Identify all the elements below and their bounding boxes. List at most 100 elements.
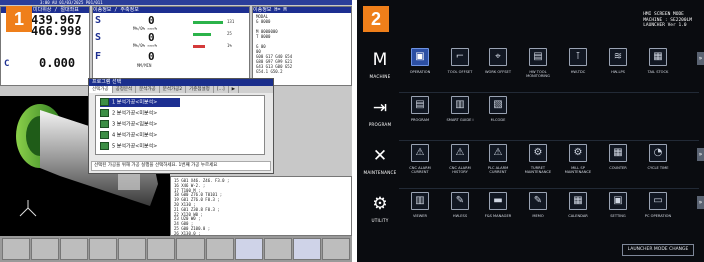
tab-reference-point[interactable]: 기준점설정 (186, 86, 214, 93)
tile-label: PLC ALARM CURRENT (487, 166, 509, 174)
list-item-label: 4 분석가공<미분석> (112, 132, 158, 139)
tile-pc-operation[interactable]: ▭ PC OPERATION (641, 192, 675, 218)
tile-cnc-alarm-history[interactable]: ⚠ CNC ALARM HISTORY (443, 144, 477, 174)
program-icon (100, 131, 109, 139)
list-item[interactable]: 5 분석가공<미분석> (100, 142, 157, 151)
list-item[interactable]: 2 분석가공<미분석> (100, 109, 157, 118)
program-icon (100, 142, 109, 150)
tile-icon: ▦ (649, 48, 667, 66)
tile-hw-lps[interactable]: ≋ HW-LPS (601, 48, 635, 74)
tile-program[interactable]: ▤ PROGRAM (403, 96, 437, 122)
dialog-title: 프로그램 선택 (89, 79, 273, 86)
tile-smart-guide-i[interactable]: ▥ SMART GUIDE i (443, 96, 477, 122)
tile-label: TURRET MAINTENANCE (524, 166, 552, 174)
row-divider (399, 188, 699, 189)
softkey[interactable] (147, 238, 176, 260)
load-bar-1 (193, 21, 223, 24)
status-bar: 3:00 AU 01/03/2025 P01/011 (0, 0, 352, 5)
tile-icon: ⚙ (529, 144, 547, 162)
tab-select-machining[interactable]: 선택가공 (89, 86, 113, 93)
tile-cnc-alarm-current[interactable]: ⚠ CNC ALARM CURRENT (403, 144, 437, 174)
machining-list: 1 분석가공<미분석> 2 분석가공<미분석> 3 분석가공<임분석> 4 분석… (95, 95, 265, 155)
softkey[interactable] (205, 238, 234, 260)
more-arrow-icon[interactable]: » (697, 196, 704, 209)
tile-calendar[interactable]: ▦ CALENDAR (561, 192, 595, 218)
softkey[interactable] (31, 238, 60, 260)
tile-viewer[interactable]: ▥ VIEWER (403, 192, 437, 218)
tab-next-arrow[interactable]: ▶ (229, 86, 240, 93)
tile-counter[interactable]: ▦ COUNTER (601, 144, 635, 170)
tile-label: OPERATION (409, 70, 431, 74)
list-item-label: 3 분석가공<임분석> (112, 121, 158, 128)
tile-memo[interactable]: ✎ MEMO (521, 192, 555, 218)
category-maintenance[interactable]: ✕ MAINTENANCE (359, 146, 401, 175)
category-utility[interactable]: ⚙ UTILITY (359, 194, 401, 223)
tab-process-analysis[interactable]: 공정분석 (113, 86, 137, 93)
tile-label: CNC ALARM CURRENT (409, 166, 431, 174)
tile-label: VIEWER (412, 214, 428, 218)
softkey[interactable] (176, 238, 205, 260)
tile-mill-sp-maintenance[interactable]: ⚙ MILL SP MAINTENANCE (561, 144, 595, 174)
tile-label: SMART GUIDE i (446, 118, 474, 122)
tile-icon: ▥ (411, 192, 429, 210)
tile-tool-offset[interactable]: ⌐ TOOL OFFSET (443, 48, 477, 74)
hmi-launcher-panel: 2 HMI SCREEN MODE MACHINE : SE2200LM LAU… (357, 0, 704, 262)
tile-icon: ▤ (529, 48, 547, 66)
category-label: UTILITY (371, 218, 389, 223)
tile-icon: ▬ (489, 192, 507, 210)
tile-setting[interactable]: ▣ SETTING (601, 192, 635, 218)
list-item-label: 2 분석가공<미분석> (112, 110, 158, 117)
tile-icon: ▣ (411, 48, 429, 66)
tile-turret-maintenance[interactable]: ⚙ TURRET MAINTENANCE (521, 144, 555, 174)
more-arrow-icon[interactable]: » (697, 52, 704, 65)
launcher-mode-change-button[interactable]: LAUNCHER MODE CHANGE (622, 244, 694, 256)
softkey-icon[interactable] (234, 238, 263, 260)
tile-label: HW-ESS (452, 214, 468, 218)
tile-label: SETTING (610, 214, 626, 218)
tile-work-offset[interactable]: ⌖ WORK OFFSET (481, 48, 515, 74)
tile-f-s-manager[interactable]: ▬ F&S MANAGER (481, 192, 515, 218)
tile-hw-tdc[interactable]: ⊺ HW-TDC (561, 48, 595, 74)
softkey[interactable] (60, 238, 89, 260)
tab-analysis-machining[interactable]: 분석가공 (136, 86, 160, 93)
softkey[interactable] (2, 238, 31, 260)
step-badge-1: 1 (6, 6, 32, 32)
list-item-label: 5 분석가공<미분석> (112, 143, 158, 150)
tile-plc-alarm-current[interactable]: ⚠ PLC ALARM CURRENT (481, 144, 515, 174)
category-machine[interactable]: M MACHINE (359, 50, 401, 79)
more-arrow-icon[interactable]: » (697, 148, 704, 161)
softkey[interactable] (321, 238, 350, 260)
tile-hw-ess[interactable]: ✎ HW-ESS (443, 192, 477, 218)
tile-icon: ⌖ (489, 48, 507, 66)
z-position: 466.998 (31, 24, 82, 38)
tile-tail-stock[interactable]: ▦ TAIL STOCK (641, 48, 675, 74)
softkey[interactable] (89, 238, 118, 260)
softkey-icon[interactable] (292, 238, 321, 260)
feed-value: 0 (148, 50, 155, 63)
tile-cycle-time[interactable]: ◔ CYCLE TIME (641, 144, 675, 170)
category-program[interactable]: ⇥ PROGRAM (359, 98, 401, 127)
row-divider (399, 140, 699, 141)
softkey[interactable] (118, 238, 147, 260)
spindle1-label: S (95, 15, 102, 26)
program-listing[interactable]: 15 G01 X46. Z46. F3.0 ; 16 X46 W-2. ; 17… (170, 176, 352, 236)
tab-analysis-machining-2[interactable]: 분석가공2 (160, 86, 187, 93)
tile-operation[interactable]: ▣ OPERATION (403, 48, 437, 74)
tile-icon: ⌐ (451, 48, 469, 66)
tab-more[interactable]: [...] (214, 86, 229, 93)
softkey[interactable] (263, 238, 292, 260)
list-item[interactable]: 4 분석가공<미분석> (100, 131, 157, 140)
tile-label: F&S MANAGER (484, 214, 512, 218)
row-divider (399, 92, 699, 93)
tile-hw-tool-monitoring[interactable]: ▤ HW TOOL MONITORING (521, 48, 555, 78)
program-icon (100, 98, 109, 106)
tile-label: MILL SP MAINTENANCE (564, 166, 592, 174)
category-label: PROGRAM (368, 122, 392, 127)
tile-m-code[interactable]: ▧ M-CODE (481, 96, 515, 122)
tile-label: HW TOOL MONITORING (526, 70, 550, 78)
machine-icon: M (372, 50, 388, 70)
tile-label: MEMO (532, 214, 544, 218)
list-item[interactable]: 1 분석가공<미분석> (100, 98, 180, 107)
dialog-tabs: 선택가공 공정분석 분석가공 분석가공2 기준점설정 [...] ▶ (89, 86, 273, 93)
list-item[interactable]: 3 분석가공<임분석> (100, 120, 157, 129)
